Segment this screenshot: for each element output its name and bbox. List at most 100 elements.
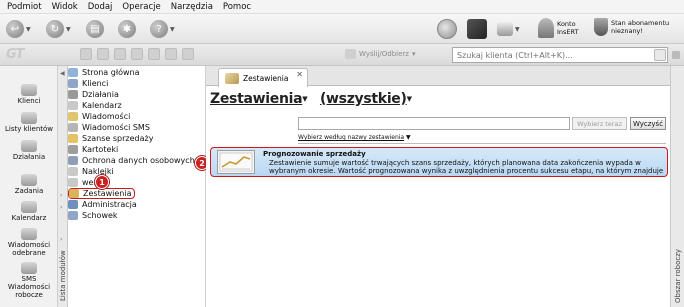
chevron-right-icon[interactable]: › [60,236,62,243]
plugin-button[interactable]: ✱ [118,19,148,39]
workspace-tab[interactable]: Obszar roboczy [670,66,684,307]
sidebar-item-wiadomosci-odebrane[interactable]: Wiadomości odebrane [0,228,58,257]
sidebar-item-kalendarz[interactable]: Kalendarz [0,201,58,222]
client-lists-icon [21,112,37,124]
sidebar-item-listy-klientow[interactable]: Listy klientów [0,112,58,133]
tab-zestawienia[interactable]: Zestawienia ✕ [218,68,308,87]
app-logo: GT [6,47,24,62]
messages-icon [68,112,78,121]
documents-button[interactable]: ▤ [86,19,116,39]
module-item[interactable]: Wiadomości SMS [68,122,150,133]
module-item[interactable]: Naklejki [68,166,114,177]
module-item-label: Ochrona danych osobowych [82,156,195,165]
cube-icon[interactable] [467,19,487,39]
sidebar-item-sms[interactable]: SMS Wiadomości robocze [0,262,58,299]
module-item-label: Wiadomości SMS [82,123,150,132]
versions-icon [68,178,78,187]
module-item[interactable]: Szanse sprzedaży [68,133,153,144]
chevron-down-icon: ▼ [170,25,175,33]
help-button[interactable]: ? ▼ [150,19,180,39]
chevron-down-icon: ▾ [411,50,416,58]
module-item-label: Działania [82,90,119,99]
module-item-label: Szanse sprzedaży [82,134,154,143]
client-search-input[interactable] [457,50,647,60]
send-receive-icon [345,49,356,59]
chevron-right-icon[interactable]: › [60,192,62,199]
module-list-tab-label: Lista modułów [59,250,67,301]
report-item-prognozowanie[interactable]: Prognozowanie sprzedaży Zestawienie sumu… [210,147,668,177]
account-avatar-icon [538,18,554,38]
tasks-icon [21,174,37,186]
panel-toggle-icon[interactable] [672,51,680,59]
clipboard-icon [68,211,78,220]
menu-narzedzia[interactable]: Narzędzia [166,2,218,12]
home-icon[interactable] [80,48,92,60]
account-label: Konto InsERT [557,20,579,36]
attach-icon[interactable] [148,48,160,60]
main-toolbar: ↩ ▼ ↻ ▼ ▤ ✱ ? ▼ ▼ Konto InsERT Stan aboname… [0,14,684,44]
chevron-right-icon[interactable]: › [60,204,62,211]
reports-icon [225,72,239,84]
settings-gear-icon[interactable] [437,19,457,39]
module-item-label: Zestawienia [83,189,132,198]
clients-icon [21,84,37,96]
print-icon[interactable] [97,48,109,60]
chevron-right-icon[interactable]: › [60,296,62,303]
subscription-status[interactable]: Stan abonamentu nieznany! [594,18,669,36]
sidebar-item-label: Klienci [17,97,41,105]
choose-now-button[interactable]: Wybierz teraz [572,117,627,130]
documents-icon: ▤ [86,20,104,38]
account-button[interactable]: Konto InsERT [538,18,579,38]
subscription-label: Stan abonamentu nieznany! [611,19,670,35]
sidebar-item-zadania[interactable]: Zadania [0,174,58,195]
sms-icon [68,123,78,132]
choose-by-name-label: Wybierz według nazwy zestawienia [298,134,405,141]
tag-icon[interactable] [182,48,194,60]
menu-widok[interactable]: Widok [47,2,83,12]
edit-icon[interactable] [131,48,143,60]
workspace-tab-label: Obszar roboczy [674,248,682,303]
sidebar-item-label: Listy klientów [4,125,54,133]
inbox-icon [21,228,37,240]
administration-icon [68,200,78,209]
module-item[interactable]: Działania [68,89,119,100]
page-title-text[interactable]: Zestawienia [210,91,303,107]
module-item[interactable]: Wiadomości [68,111,130,122]
category-filter[interactable]: (wszystkie) [320,91,407,107]
refresh-button[interactable]: ↻ ▼ [46,19,76,39]
sidebar-item-dzialania[interactable]: Działania [0,140,58,161]
report-title: Prognozowanie sprzedaży [263,150,366,158]
menu-dodaj[interactable]: Dodaj [83,2,118,12]
chevron-down-icon: ▼ [515,25,520,33]
module-list-tab[interactable]: ◀ Lista modułów › › › › [58,66,68,307]
module-item[interactable]: Klienci [68,78,108,89]
choose-by-name-link[interactable]: Wybierz według nazwy zestawienia ▼ [298,134,411,141]
module-item[interactable]: Schowek [68,210,118,221]
search-icon[interactable] [654,49,666,61]
menu-bar: Podmiot Widok Dodaj Operacje Narzędzia P… [0,0,684,14]
menu-operacje[interactable]: Operacje [117,2,165,12]
chevron-down-icon[interactable]: ▼ [302,95,307,103]
link-icon[interactable] [165,48,177,60]
module-item[interactable]: Kalendarz [68,100,122,111]
module-item-zestawienia[interactable]: Zestawienia [68,188,135,199]
report-thumbnail-icon [217,150,255,174]
chevron-down-icon: ▼ [406,134,411,141]
module-item[interactable]: Strona główna [68,67,140,78]
chevron-down-icon[interactable]: ▼ [407,95,412,103]
menu-pomoc[interactable]: Pomoc [218,2,256,12]
close-icon[interactable]: ✕ [296,70,303,79]
menu-podmiot[interactable]: Podmiot [2,2,47,12]
module-item[interactable]: Kartoteki [68,144,118,155]
back-button[interactable]: ↩ ▼ [6,19,36,39]
clients-icon [68,79,78,88]
copy-icon[interactable] [114,48,126,60]
clear-button[interactable]: Wyczyść [630,117,666,130]
sidebar-item-klienci[interactable]: Klienci [0,84,58,105]
user-switch-button[interactable]: ▼ [497,19,523,39]
module-item[interactable]: Ochrona danych osobowych [68,155,195,166]
send-receive-button[interactable]: Wyślij/Odbierz ▾ [345,49,416,59]
chevron-left-icon[interactable]: ◀ [60,70,65,77]
module-item[interactable]: Administracja [68,199,137,210]
report-filter-input[interactable] [298,117,570,130]
